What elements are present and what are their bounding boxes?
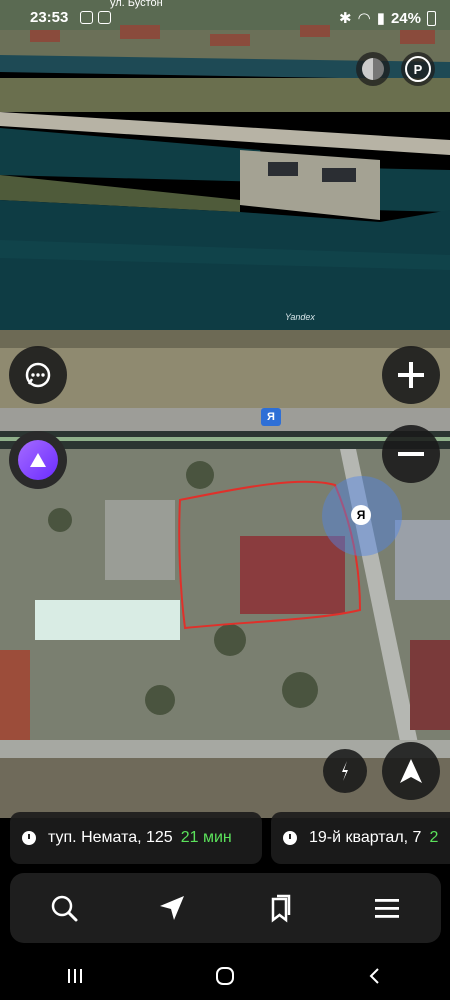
plus-icon	[398, 362, 424, 388]
zoom-out-button[interactable]	[382, 425, 440, 483]
destination-address: 19-й квартал, 7	[309, 829, 422, 846]
status-time: 23:53	[30, 9, 69, 26]
destination-chip-2[interactable]: 19-й квартал, 7 2	[271, 812, 450, 864]
transit-stop-marker[interactable]: Я	[261, 408, 281, 426]
parking-label: P	[405, 56, 431, 82]
parking-button[interactable]: P	[401, 52, 435, 86]
minus-icon	[398, 452, 424, 456]
app-notification-icon	[98, 11, 111, 24]
system-nav-bar	[0, 952, 450, 1000]
tab-search[interactable]	[34, 878, 94, 938]
notification-icon	[80, 11, 93, 24]
status-bar: 23:53 ✱ ◠ ▮ 24%	[0, 0, 450, 36]
status-right: ✱ ◠ ▮ 24%	[339, 9, 436, 27]
battery-level: 24%	[390, 9, 421, 27]
bottom-tabbar	[10, 873, 441, 943]
destination-eta: 2	[429, 829, 439, 846]
bluetooth-icon: ✱	[339, 10, 352, 27]
tab-menu[interactable]	[357, 878, 417, 938]
user-marker-label: Я	[356, 508, 366, 522]
compass-icon	[342, 761, 348, 781]
clock-icon	[22, 831, 36, 845]
bookmarks-icon	[272, 894, 291, 923]
destination-chip-1[interactable]: туп. Немата, 125 21 мин	[10, 812, 262, 864]
destination-address: туп. Немата, 125	[48, 829, 173, 846]
navigation-arrow-icon	[400, 759, 422, 783]
back-icon	[369, 968, 379, 984]
alice-assistant-button[interactable]	[9, 431, 67, 489]
recent-apps-icon	[68, 969, 82, 983]
layers-icon	[362, 58, 384, 80]
tab-bookmarks[interactable]	[249, 878, 309, 938]
recent-apps-button[interactable]	[45, 956, 105, 996]
menu-icon	[375, 899, 400, 918]
user-location-marker[interactable]: Я	[351, 505, 371, 525]
zoom-in-button[interactable]	[382, 346, 440, 404]
battery-icon	[427, 10, 436, 26]
home-icon	[216, 967, 234, 985]
chat-icon	[25, 362, 51, 388]
wifi-icon: ◠	[357, 10, 371, 27]
my-location-button[interactable]	[382, 742, 440, 800]
destinations-bar: туп. Немата, 125 21 мин 19-й квартал, 7 …	[0, 812, 450, 866]
home-button[interactable]	[195, 956, 255, 996]
transit-stop-label: Я	[267, 411, 275, 423]
compass-button[interactable]	[323, 749, 367, 793]
layers-button[interactable]	[356, 52, 390, 86]
map-watermark: Yandex	[285, 312, 315, 322]
tab-navigator[interactable]	[142, 878, 202, 938]
navigator-icon	[159, 896, 184, 920]
search-icon	[51, 895, 78, 922]
clock-icon	[283, 831, 297, 845]
signal-icon: ▮	[376, 10, 385, 27]
alice-icon	[18, 440, 58, 480]
back-button[interactable]	[345, 956, 405, 996]
chat-button[interactable]	[9, 346, 67, 404]
destination-eta: 21 мин	[180, 829, 232, 846]
